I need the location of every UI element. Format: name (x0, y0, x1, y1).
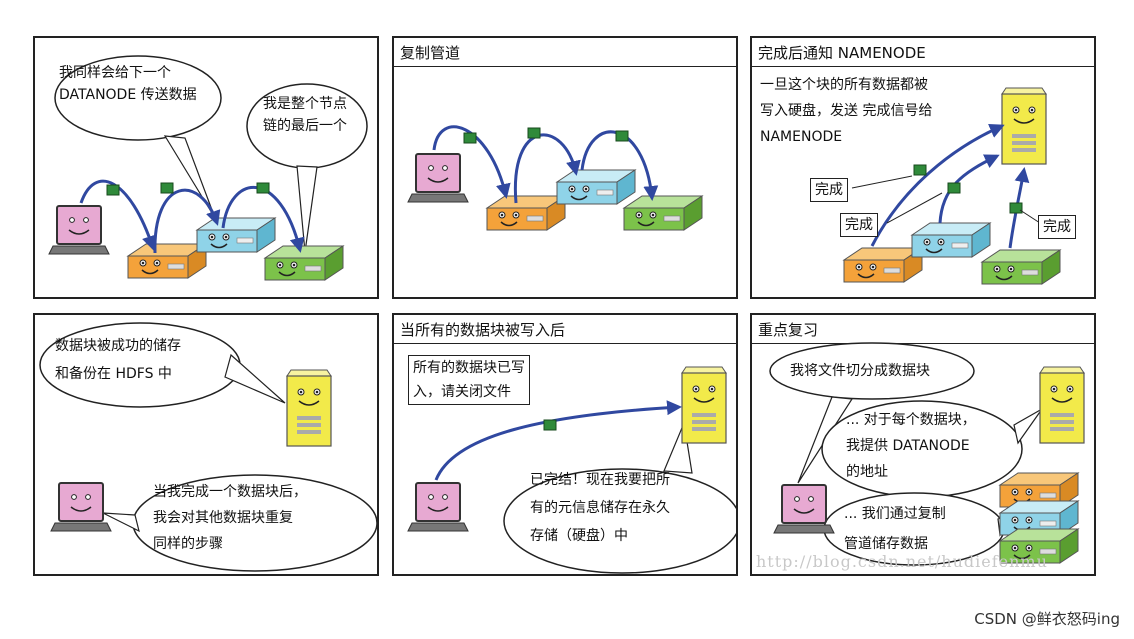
data-packet-icon (615, 130, 629, 142)
green-datanode-icon (982, 250, 1060, 284)
blue-datanode-icon (912, 223, 990, 257)
data-packet-icon (106, 184, 120, 196)
client-laptop-icon (773, 484, 835, 534)
speech-bubble-metadata: 已完结！现在我要把所 有的元信息储存在永久 存储（硬盘）中 (530, 472, 670, 544)
panel-2-illustration (407, 125, 738, 299)
blue-datanode-icon (557, 170, 635, 204)
blue-datanode-icon (197, 218, 275, 252)
green-datanode-icon (624, 196, 702, 230)
orange-datanode-icon (487, 196, 565, 230)
speech-bubble-pipeline: ... 我们通过复制 管道储存数据 (844, 506, 946, 552)
namenode-server-icon (1039, 366, 1085, 444)
orange-datanode-icon (128, 244, 206, 278)
speech-bubble-split-file: 我将文件切分成数据块 (790, 363, 930, 379)
panel-all-blocks-written: 当所有的数据块被写入后 所有的数据块已写 入，请关闭文件 已完结！现在我要把所 … (392, 313, 738, 576)
panel-replication-pipeline: 复制管道 (392, 36, 738, 299)
panel-key-review: 重点复习 我将文件切分成数据块 ... 对于每个数据块， 我提供 DATANOD… (750, 313, 1096, 576)
author-credit: CSDN @鲜衣怒码ing (974, 610, 1120, 628)
client-laptop-icon (50, 482, 112, 532)
panel-3-illustration (752, 87, 1096, 299)
data-packet-icon (463, 132, 477, 144)
done-signal-label: 完成 (840, 213, 878, 237)
done-signal-label: 完成 (810, 178, 848, 202)
client-laptop-icon (407, 482, 469, 532)
close-file-message: 所有的数据块已写 入，请关闭文件 (408, 355, 530, 405)
data-packet-icon (947, 182, 961, 194)
data-packet-icon (1009, 202, 1023, 214)
namenode-server-icon (1001, 87, 1047, 165)
namenode-server-icon (286, 369, 332, 447)
speech-bubble-datanode-address: ... 对于每个数据块， 我提供 DATANODE 的地址 (846, 412, 976, 480)
namenode-server-icon (681, 366, 727, 444)
source-watermark: http://blog.csdn.net/hudiefenmu (756, 552, 1048, 571)
green-datanode-icon (265, 246, 343, 280)
panel-datanode-forwarding: 我同样会给下一个 DATANODE 传送数据 我是整个节点 链的最后一个 (33, 36, 379, 299)
panel-notify-namenode: 完成后通知 NAMENODE 一旦这个块的所有数据都被 写入硬盘，发送 完成信号… (750, 36, 1096, 299)
client-laptop-icon (407, 153, 469, 203)
speech-bubble-forward: 我同样会给下一个 DATANODE 传送数据 (59, 65, 197, 103)
data-packet-icon (543, 419, 557, 431)
speech-bubble-last-node: 我是整个节点 链的最后一个 (263, 96, 347, 134)
done-signal-label: 完成 (1038, 215, 1076, 239)
speech-bubble-hdfs: 数据块被成功的储存 和备份在 HDFS 中 (55, 338, 181, 382)
data-packet-icon (913, 164, 927, 176)
data-packet-icon (256, 182, 270, 194)
data-packet-icon (527, 127, 541, 139)
client-laptop-icon (48, 205, 110, 255)
panel-stored-in-hdfs: 数据块被成功的储存 和备份在 HDFS 中 当我完成一个数据块后， 我会对其他数… (33, 313, 379, 576)
orange-datanode-icon (844, 248, 922, 282)
data-packet-icon (160, 182, 174, 194)
speech-bubble-repeat: 当我完成一个数据块后， 我会对其他数据块重复 同样的步骤 (153, 484, 307, 552)
